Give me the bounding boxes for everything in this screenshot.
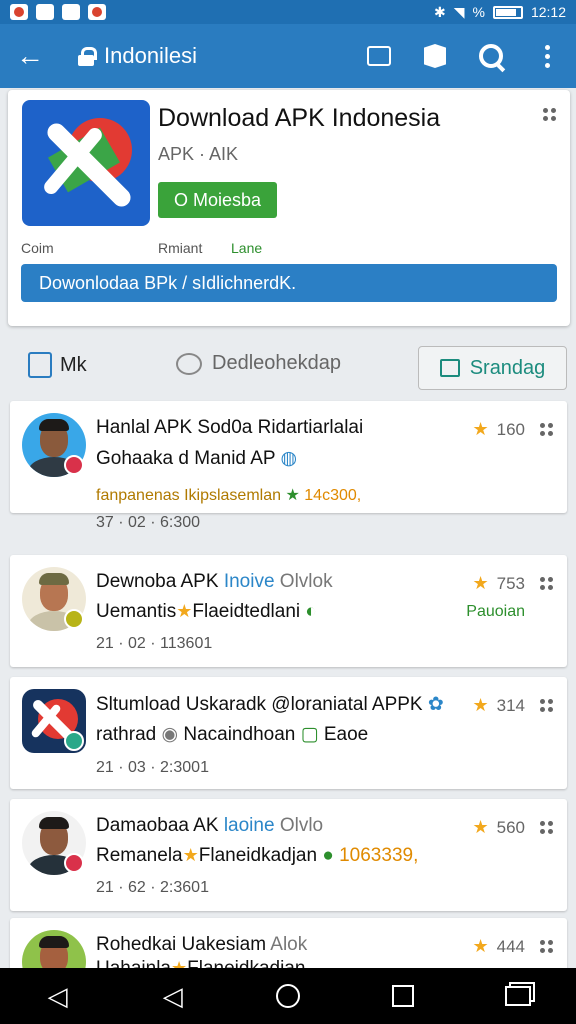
battery-percent: %: [472, 4, 485, 20]
notification-mail-icon: [36, 4, 54, 20]
rating: ★ 753: [472, 573, 525, 593]
search-icon[interactable]: [478, 43, 504, 69]
list-item[interactable]: Sltumload Uskaradk @loraniatal APPK ✿ ra…: [10, 677, 567, 789]
thumbs-up-icon: [28, 352, 52, 378]
review-subtitle: Uemantis★Flaeidtedlani ◐: [96, 601, 317, 622]
rating: ★ 160: [472, 419, 525, 439]
star-icon: ★: [472, 573, 489, 593]
like-label: Mk: [60, 353, 87, 376]
home-icon[interactable]: [275, 983, 301, 1009]
more-vert-icon[interactable]: [534, 43, 560, 69]
app-hero-card: Download APK Indonesia APK · AIK O Moies…: [8, 90, 570, 326]
drag-handle-icon[interactable]: [543, 108, 556, 121]
app-subtitle: APK · AIK: [158, 144, 239, 164]
list-item[interactable]: Hanlal APK Sod0a Ridartiarlalai Gohaaka …: [10, 401, 567, 513]
drag-handle-icon[interactable]: [540, 577, 553, 590]
review-date: 21 · 62 · 2:3601: [96, 879, 209, 896]
rating: ★ 560: [472, 817, 525, 837]
status-badge: [64, 609, 84, 629]
app-bar-title: Indonilesi: [104, 43, 197, 68]
install-button[interactable]: O Moiesba: [158, 182, 277, 218]
clock: 12:12: [530, 4, 566, 20]
review-title: Hanlal APK Sod0a Ridartiarlalai: [96, 417, 364, 438]
notification-image-icon: [62, 4, 80, 20]
app-logo-icon: [22, 100, 150, 226]
comment-button[interactable]: Dedleohekdap: [176, 352, 341, 375]
comment-label: Dedleohekdap: [212, 352, 341, 374]
status-badge: [64, 853, 84, 873]
lock-icon: [78, 47, 97, 66]
list-item[interactable]: Dewnoba APK Inoive Olvlok Uemantis★Flaei…: [10, 555, 567, 667]
rating: ★ 314: [472, 695, 525, 715]
review-tag: Pauoian: [466, 603, 525, 620]
arrow-left-icon[interactable]: ←: [16, 40, 52, 72]
back-icon[interactable]: ◁: [45, 981, 71, 1011]
system-nav-bar: ◁ ◁: [0, 968, 576, 1024]
review-subtitle: rathrad ◉ Nacaindhoan ▢ Eaoe: [96, 724, 369, 745]
share-button[interactable]: Srandag: [418, 346, 567, 390]
review-title: Dewnoba APK Inoive Olvlok: [96, 571, 333, 592]
back-alt-icon[interactable]: ◁: [160, 981, 186, 1011]
recents-icon[interactable]: [390, 983, 416, 1009]
code-box-icon[interactable]: [366, 43, 392, 69]
review-date: 21 · 02 · 113601: [96, 635, 213, 652]
battery-icon: [492, 5, 523, 19]
star-icon: ★: [472, 695, 489, 715]
comment-icon: [176, 352, 202, 375]
share-label: Srandag: [469, 356, 546, 379]
drag-handle-icon[interactable]: [540, 423, 553, 436]
review-title: Rohedkai Uakesiam Alok: [96, 934, 308, 955]
drag-handle-icon[interactable]: [540, 821, 553, 834]
overview-icon[interactable]: [505, 983, 532, 1009]
rating: ★ 444: [472, 936, 525, 956]
status-badge: [64, 731, 84, 751]
drag-handle-icon[interactable]: [540, 940, 553, 953]
notification-record-icon: [88, 4, 106, 20]
notification-app-icon: [10, 4, 28, 20]
meta-label-3: Lane: [231, 240, 263, 256]
status-bar: ✱ ◥ % 12:12: [0, 0, 576, 24]
globe-icon: ◍: [280, 448, 298, 469]
review-date-1: 37 · 02 · 6:300: [96, 514, 201, 531]
drag-handle-icon[interactable]: [540, 699, 553, 712]
star-icon: ★: [472, 419, 489, 439]
download-banner[interactable]: Dowonlodaa BPk / sIdlichnerdK.: [21, 264, 557, 302]
like-button[interactable]: Mk: [28, 352, 87, 378]
review-title: Sltumload Uskaradk @loraniatal APPK ✿: [96, 694, 444, 715]
meta-label-2: Rmiant: [158, 240, 203, 256]
review-meta: fanpanenas Ikipslasemlan ★ 14c300,: [96, 487, 362, 504]
star-icon: ★: [472, 936, 489, 956]
review-title: Damaobaa AK laoine Olvlo: [96, 815, 324, 836]
review-subtitle: Remanela★Flaneidkadjan ● 1063339,: [96, 845, 419, 866]
wifi-icon: ◥: [453, 3, 465, 20]
app-name: Download APK Indonesia: [158, 104, 441, 132]
bluetooth-icon: ✱: [433, 3, 446, 20]
edit-icon: [439, 359, 460, 377]
list-item[interactable]: Damaobaa AK laoine Olvlo Remanela★Flanei…: [10, 799, 567, 911]
action-bar: Mk Dedleohekdap Srandag: [0, 340, 576, 396]
meta-label-1: Coim: [21, 240, 54, 256]
star-icon: ★: [472, 817, 489, 837]
app-bar: ← Indonilesi: [0, 24, 576, 88]
shield-icon[interactable]: [422, 43, 448, 69]
status-badge: [64, 455, 84, 475]
review-date: 21 · 03 · 2:3001: [96, 759, 209, 776]
review-subtitle: Gohaaka d Manid AP ◍: [96, 448, 298, 469]
